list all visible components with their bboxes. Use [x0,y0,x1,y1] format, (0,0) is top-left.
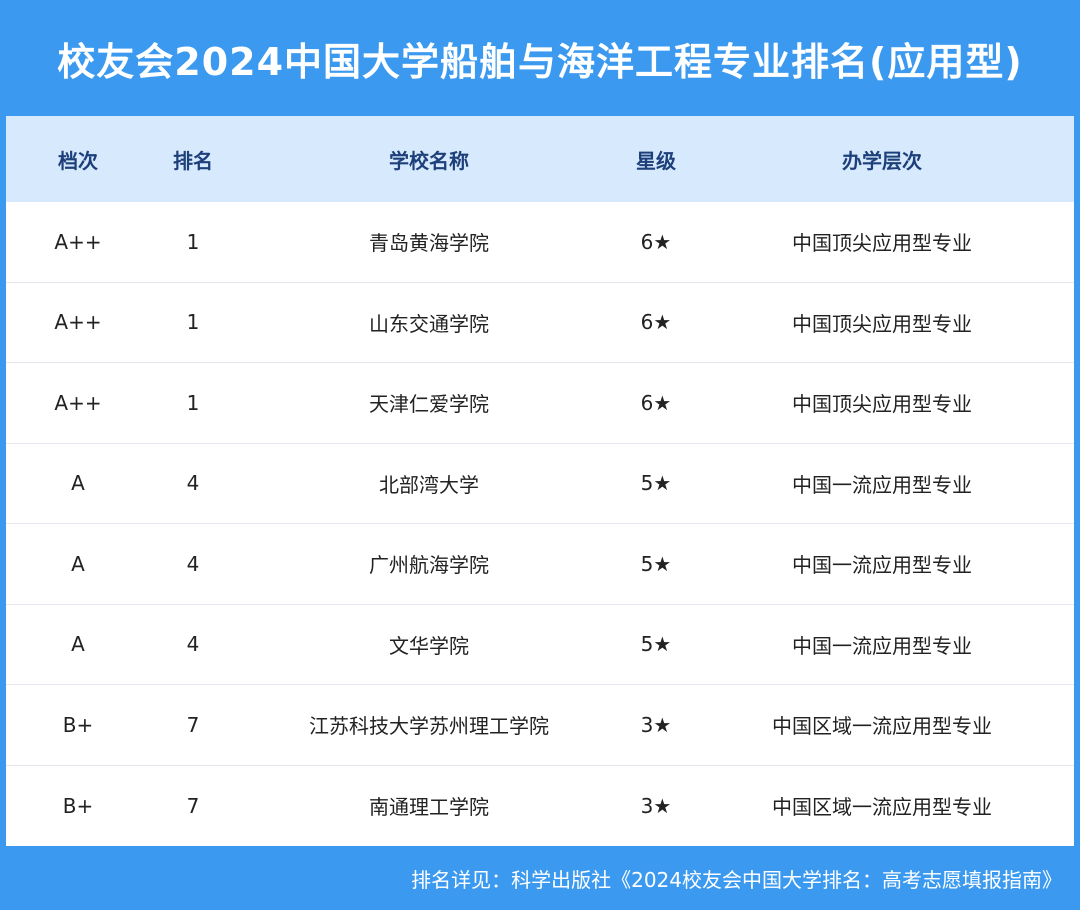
cell-level: 中国顶尖应用型专业 [792,311,972,336]
cell-tier: A [71,632,85,657]
cell-rank: 1 [186,390,200,415]
cell-level: 中国一流应用型专业 [792,633,972,658]
table-row: A 4 文华学院 5★ 中国一流应用型专业 [6,605,1074,685]
cell-rank: 1 [186,310,200,335]
ranking-table: 档次 排名 学校名称 星级 办学层次 A++ 1 青岛黄海学院 6★ 中国顶尖应用型专业… [6,116,1074,846]
table-row: A 4 北部湾大学 5★ 中国一流应用型专业 [6,444,1074,524]
cell-rank: 7 [186,712,200,737]
cell-rank: 1 [186,229,200,254]
table-row: A++ 1 青岛黄海学院 6★ 中国顶尖应用型专业 [6,202,1074,283]
cell-star-level: 6★ [640,390,672,415]
source-note: 排名详见：科学出版社《2024校友会中国大学排名：高考志愿填报指南》 [411,867,1062,892]
cell-star-level: 6★ [640,310,672,335]
cell-level: 中国一流应用型专业 [792,472,972,497]
table-row: A++ 1 山东交通学院 6★ 中国顶尖应用型专业 [6,283,1074,363]
cell-level: 中国一流应用型专业 [792,553,972,578]
cell-level: 中国顶尖应用型专业 [792,392,972,417]
table-row: A 4 广州航海学院 5★ 中国一流应用型专业 [6,524,1074,605]
cell-school-name: 江苏科技大学苏州理工学院 [309,714,549,739]
cell-school-name: 文华学院 [389,633,469,658]
header-tier: 档次 [58,148,98,173]
cell-star-level: 5★ [640,471,672,496]
cell-level: 中国区域一流应用型专业 [772,795,992,820]
page-title: 校友会2024中国大学船舶与海洋工程专业排名(应用型) [57,39,1023,84]
header-school-name: 学校名称 [389,148,469,173]
table-row: B+ 7 南通理工学院 3★ 中国区域一流应用型专业 [6,766,1074,847]
table-row: B+ 7 江苏科技大学苏州理工学院 3★ 中国区域一流应用型专业 [6,685,1074,766]
cell-tier: B+ [62,712,94,737]
cell-tier: A++ [54,229,102,254]
cell-tier: A++ [54,310,102,335]
cell-rank: 7 [186,793,200,818]
header-level: 办学层次 [842,148,922,173]
cell-tier: A [71,551,85,576]
cell-star-level: 5★ [640,551,672,576]
cell-rank: 4 [186,632,200,657]
cell-tier: B+ [62,793,94,818]
cell-rank: 4 [186,471,200,496]
table-body: A++ 1 青岛黄海学院 6★ 中国顶尖应用型专业 A++ 1 山东交通学院 6★ 中国顶尖应用型… [6,202,1074,846]
header-rank: 排名 [173,148,213,173]
cell-star-level: 6★ [640,229,672,254]
cell-tier: A [71,471,85,496]
cell-school-name: 北部湾大学 [379,472,479,497]
cell-star-level: 3★ [640,712,672,737]
cell-school-name: 山东交通学院 [369,311,489,336]
header-star-level: 星级 [636,148,676,173]
cell-school-name: 青岛黄海学院 [369,231,489,256]
cell-school-name: 天津仁爱学院 [369,392,489,417]
cell-level: 中国区域一流应用型专业 [772,714,992,739]
table-header: 档次 排名 学校名称 星级 办学层次 [6,116,1074,202]
table-row: A++ 1 天津仁爱学院 6★ 中国顶尖应用型专业 [6,363,1074,444]
cell-school-name: 广州航海学院 [369,553,489,578]
cell-level: 中国顶尖应用型专业 [792,231,972,256]
cell-rank: 4 [186,551,200,576]
cell-tier: A++ [54,390,102,415]
cell-school-name: 南通理工学院 [369,795,489,820]
cell-star-level: 3★ [640,793,672,818]
cell-star-level: 5★ [640,632,672,657]
